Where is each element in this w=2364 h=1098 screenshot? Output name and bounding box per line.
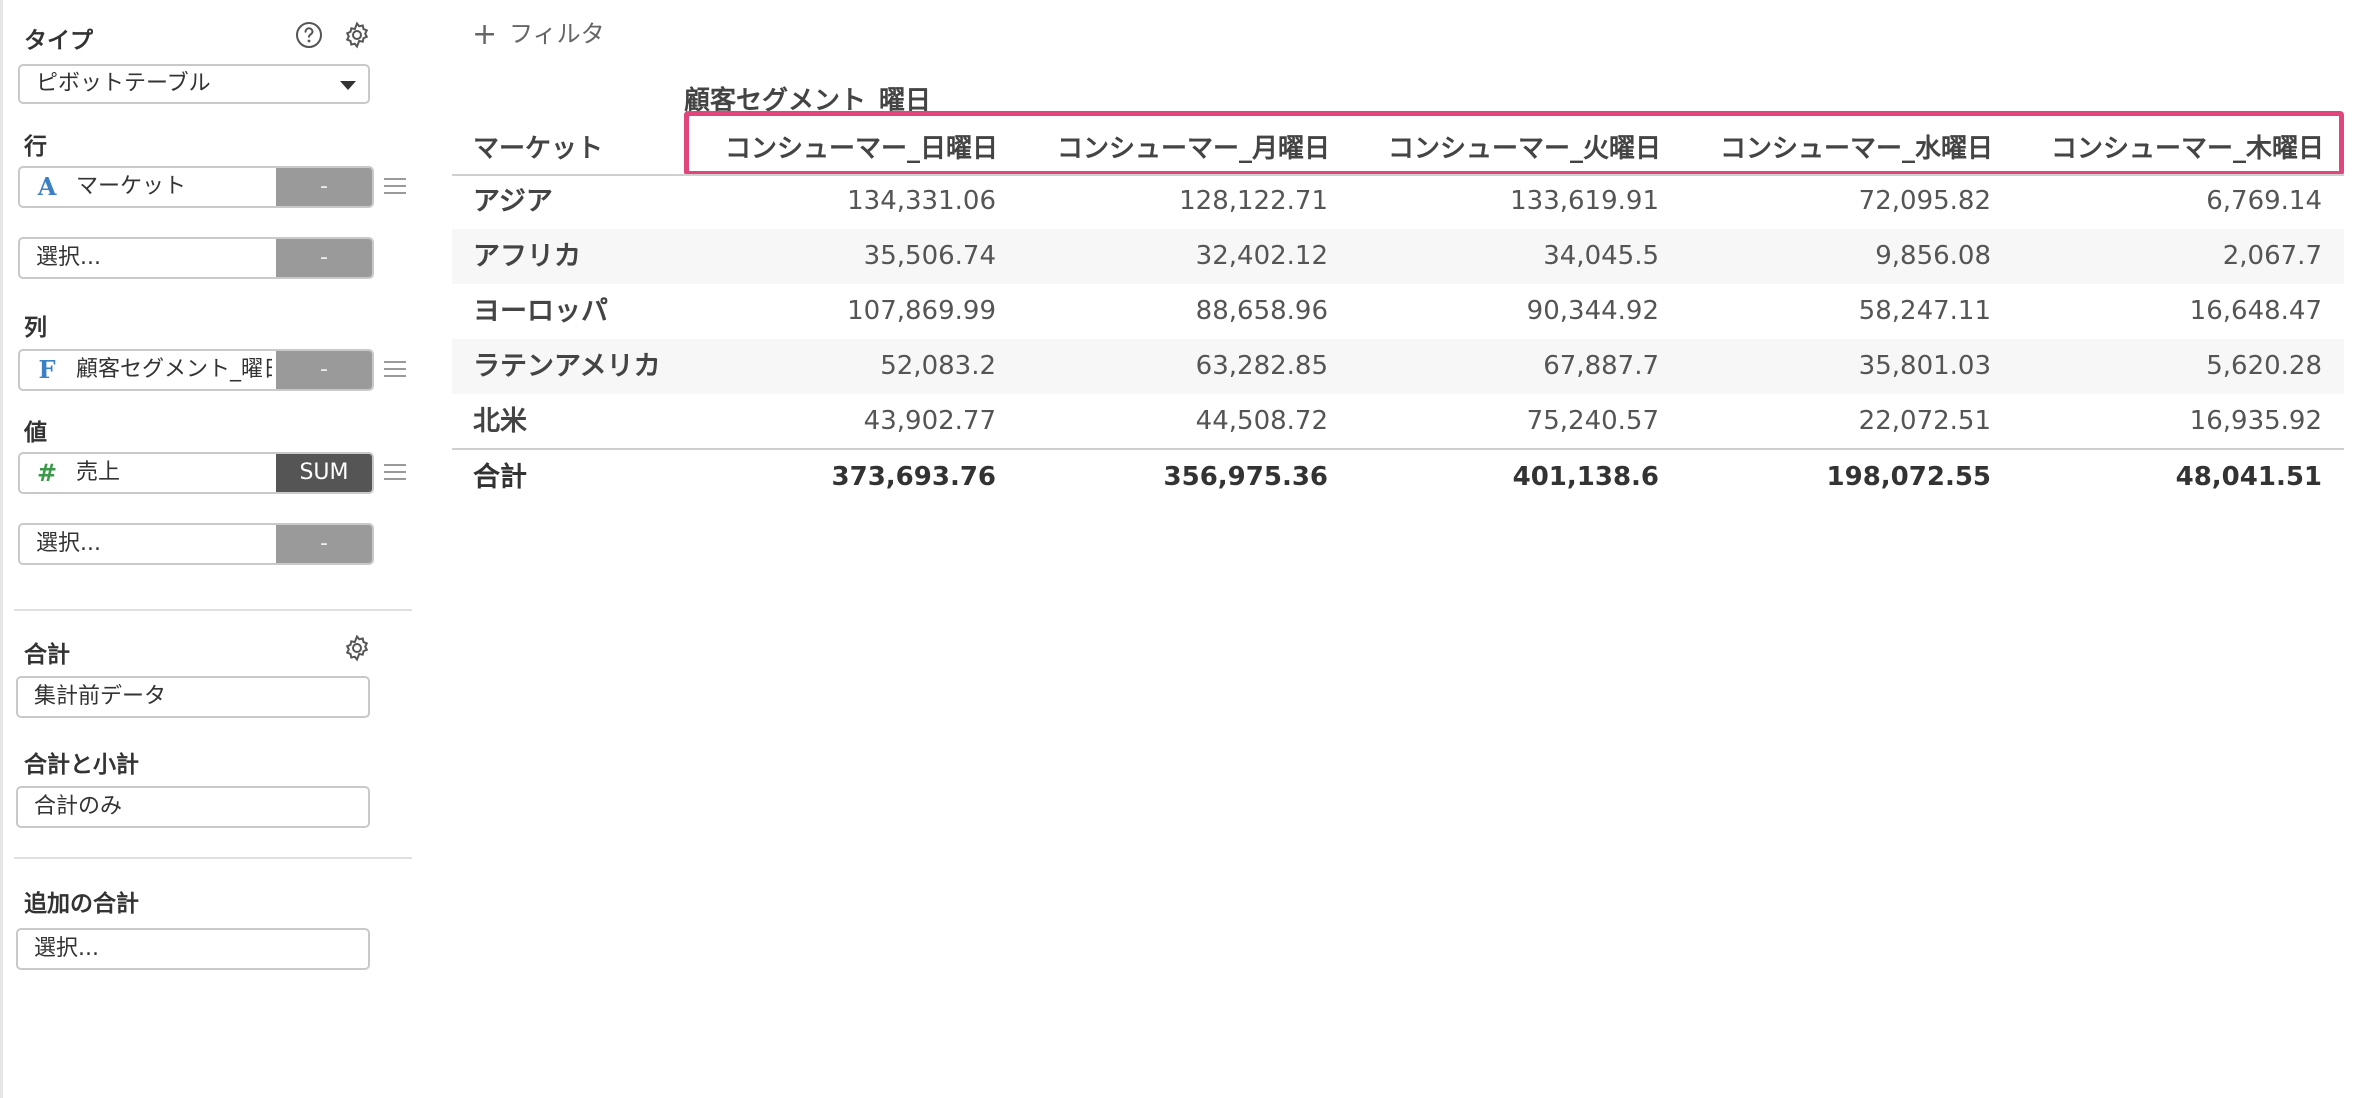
row-label: ラテンアメリカ (473, 351, 661, 382)
table-cell: 35,506.74 (863, 241, 996, 271)
string-type-icon: A (37, 172, 57, 201)
table-cell: 128,122.71 (1179, 186, 1328, 216)
row-field-placeholder: 選択... (36, 245, 101, 270)
column-field-segment-weekday[interactable]: F 顧客セグメント_曜日 - (18, 349, 374, 391)
chevron-down-icon (340, 81, 356, 90)
row-label: 北米 (473, 406, 527, 437)
subtotal-select[interactable]: 合計のみ (16, 786, 370, 828)
total-label: 合計 (24, 642, 70, 668)
row-select-agg-button[interactable]: - (276, 239, 372, 277)
add-filter-button[interactable]: + フィルタ (472, 14, 605, 52)
value-field-agg-button[interactable]: SUM (276, 454, 372, 492)
column-field-name: 顧客セグメント_曜日 (76, 357, 272, 382)
formula-type-icon: F (38, 355, 56, 384)
table-cell: 32,402.12 (1195, 241, 1328, 271)
row-field-agg-button[interactable]: - (276, 168, 372, 206)
table-cell: 34,045.5 (1543, 241, 1659, 271)
total-row: 合計 373,693.76 356,975.36 401,138.6 198,0… (452, 450, 2344, 505)
row-header-title: マーケット (473, 134, 604, 164)
table-row: アジア 134,331.06 128,122.71 133,619.91 72,… (452, 174, 2344, 229)
table-cell: 16,935.92 (2189, 406, 2322, 436)
column-headers-highlight (684, 111, 2344, 176)
value-field-placeholder: 選択... (36, 531, 101, 556)
total-cell: 401,138.6 (1512, 462, 1659, 492)
filter-label: フィルタ (509, 20, 605, 48)
table-row: アフリカ 35,506.74 32,402.12 34,045.5 9,856.… (452, 229, 2344, 284)
total-cell: 356,975.36 (1163, 462, 1328, 492)
section-divider (14, 609, 412, 611)
table-cell: 134,331.06 (847, 186, 996, 216)
table-cell: 58,247.11 (1858, 296, 1991, 326)
subtotal-label: 合計と小計 (24, 752, 139, 778)
row-label: アフリカ (473, 241, 581, 272)
section-divider (14, 857, 412, 859)
table-cell: 6,769.14 (2206, 186, 2322, 216)
total-cell: 373,693.76 (831, 462, 996, 492)
table-cell: 2,067.7 (2222, 241, 2322, 271)
table-cell: 90,344.92 (1526, 296, 1659, 326)
table-row: ラテンアメリカ 52,083.2 63,282.85 67,887.7 35,8… (452, 339, 2344, 394)
row-label: ヨーロッパ (473, 296, 608, 327)
extra-total-label: 追加の合計 (24, 891, 139, 917)
table-cell: 16,648.47 (2189, 296, 2322, 326)
table-cell: 44,508.72 (1195, 406, 1328, 436)
chart-config-sidebar: タイプ ピボットテーブル 行 A マーケット - 選択... - 列 F 顧客セ… (14, 0, 414, 1098)
chart-type-select[interactable]: ピボットテーブル (18, 64, 370, 104)
table-cell: 9,856.08 (1875, 241, 1991, 271)
table-cell: 22,072.51 (1858, 406, 1991, 436)
columns-label: 列 (24, 315, 47, 341)
table-cell: 63,282.85 (1195, 351, 1328, 381)
type-label: タイプ (24, 28, 93, 54)
table-cell: 43,902.77 (863, 406, 996, 436)
table-cell: 67,887.7 (1543, 351, 1659, 381)
extra-total-select[interactable]: 選択... (16, 928, 370, 970)
value-field-name: 売上 (76, 460, 121, 485)
help-circle-icon[interactable] (294, 20, 324, 50)
rows-label: 行 (24, 134, 47, 160)
values-label: 値 (24, 420, 47, 446)
total-type-select[interactable]: 集計前データ (16, 676, 370, 718)
total-cell: 48,041.51 (2175, 462, 2322, 492)
table-cell: 5,620.28 (2206, 351, 2322, 381)
table-cell: 52,083.2 (880, 351, 996, 381)
table-cell: 88,658.96 (1195, 296, 1328, 326)
total-cell: 198,072.55 (1826, 462, 1991, 492)
gear-icon[interactable] (342, 20, 372, 50)
table-cell: 72,095.82 (1858, 186, 1991, 216)
plus-icon: + (472, 17, 498, 52)
drag-handle-icon[interactable] (384, 464, 406, 482)
drag-handle-icon[interactable] (384, 361, 406, 379)
value-field-sales[interactable]: # 売上 SUM (18, 452, 374, 494)
total-row-label: 合計 (473, 462, 527, 493)
column-field-agg-button[interactable]: - (276, 351, 372, 389)
table-cell: 35,801.03 (1858, 351, 1991, 381)
table-row: 北米 43,902.77 44,508.72 75,240.57 22,072.… (452, 394, 2344, 449)
chart-type-value: ピボットテーブル (36, 71, 211, 96)
table-cell: 133,619.91 (1510, 186, 1659, 216)
value-select-agg-button[interactable]: - (276, 525, 372, 563)
row-field-market[interactable]: A マーケット - (18, 166, 374, 208)
number-type-icon: # (36, 459, 58, 487)
value-field-select[interactable]: 選択... - (18, 523, 374, 565)
panel-edge (0, 0, 3, 1098)
table-row: ヨーロッパ 107,869.99 88,658.96 90,344.92 58,… (452, 284, 2344, 339)
table-cell: 75,240.57 (1526, 406, 1659, 436)
drag-handle-icon[interactable] (384, 178, 406, 196)
gear-icon[interactable] (342, 633, 372, 663)
row-field-name: マーケット (76, 174, 187, 199)
row-field-select[interactable]: 選択... - (18, 237, 374, 279)
row-label: アジア (473, 186, 553, 217)
table-cell: 107,869.99 (847, 296, 996, 326)
